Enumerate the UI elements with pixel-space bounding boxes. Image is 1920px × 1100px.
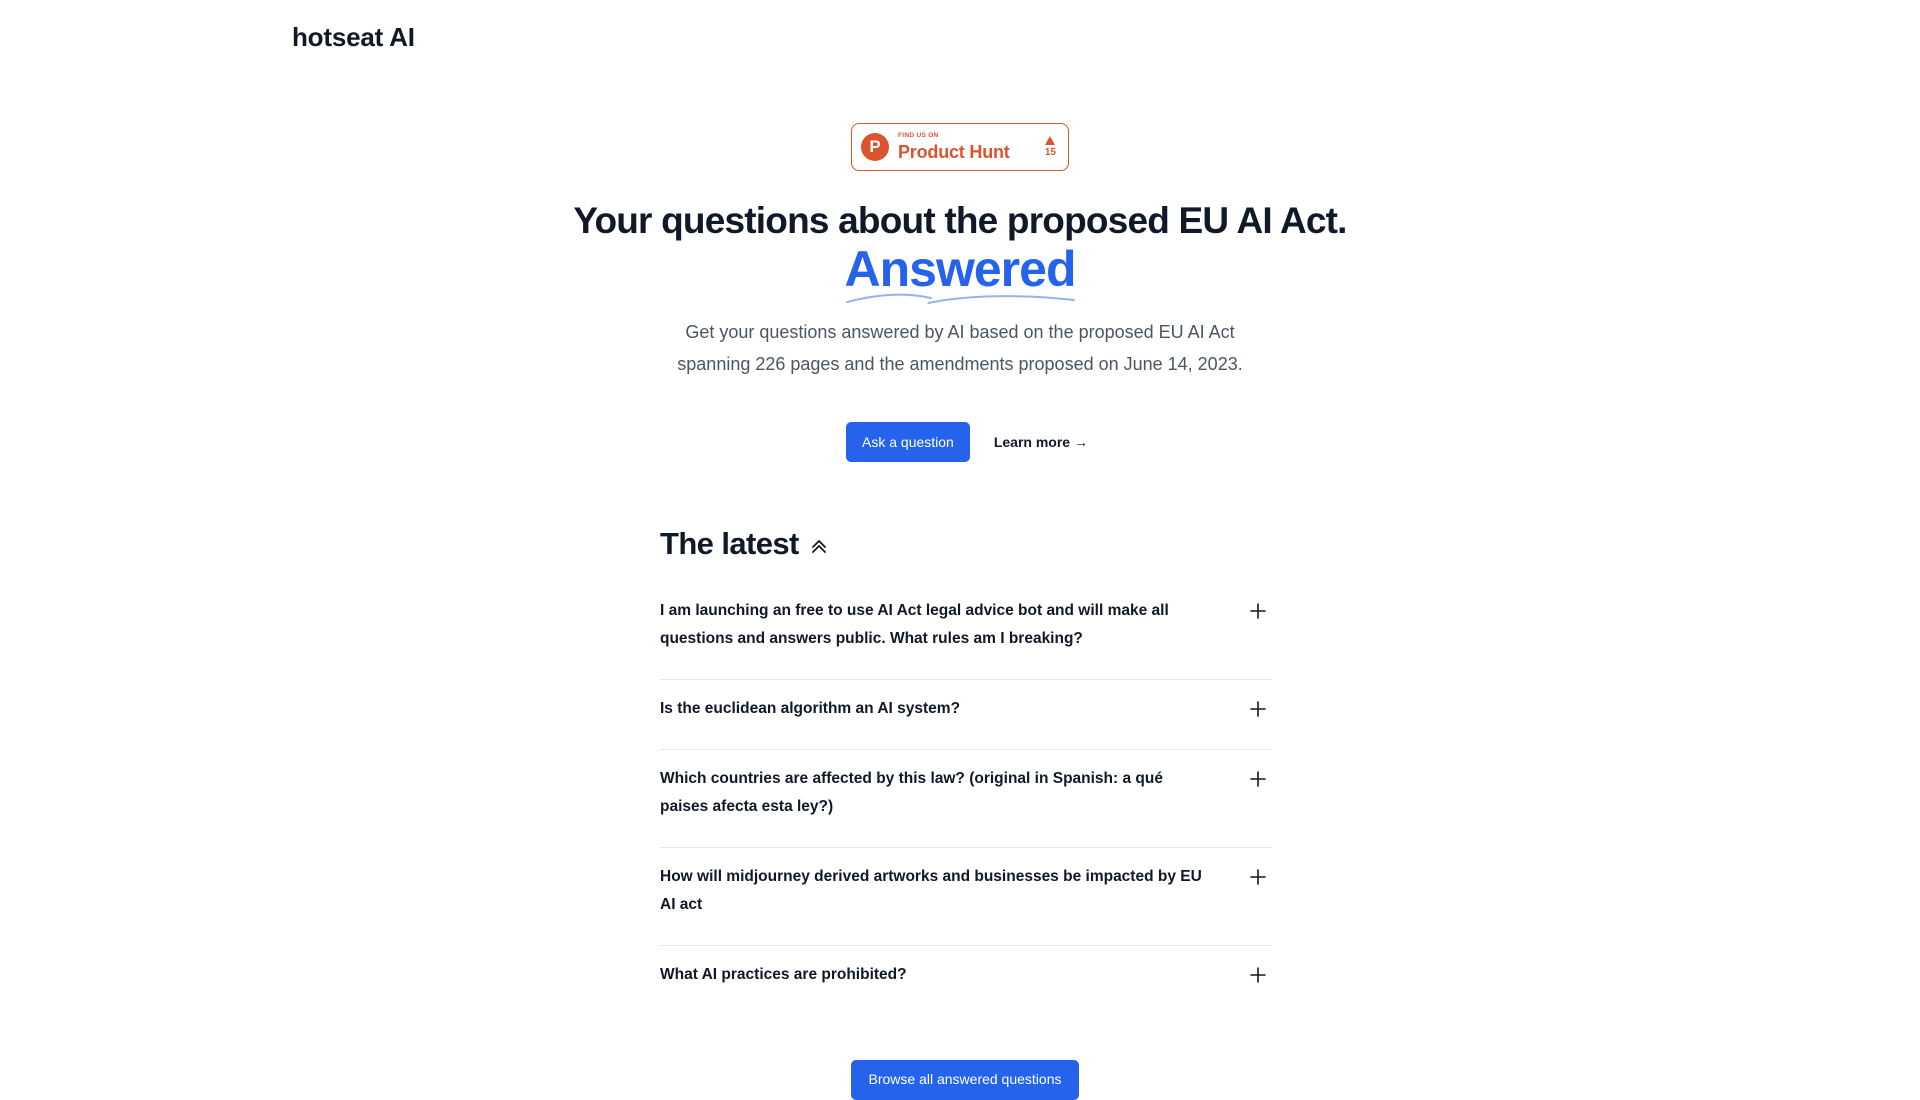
faq-item[interactable]: Which countries are affected by this law… [660,750,1272,848]
hero-subtitle-line-2: spanning 226 pages and the amendments pr… [677,354,1243,374]
hero-subtitle: Get your questions answered by AI based … [0,316,1920,380]
plus-icon[interactable] [1244,597,1272,625]
product-hunt-vote-count: 15 [1044,147,1056,158]
plus-icon[interactable] [1244,863,1272,891]
hero-cta-row: Ask a question Learn more → [846,422,1088,462]
hero-highlight-wrap: Answered [0,240,1920,304]
product-hunt-text: FIND US ON Product Hunt [898,133,1045,161]
faq-question: I am launching an free to use AI Act leg… [660,602,1169,647]
hero-subtitle-line-1: Get your questions answered by AI based … [685,322,1235,342]
product-hunt-small-label: FIND US ON [898,132,939,140]
plus-icon[interactable] [1244,765,1272,793]
faq-item[interactable]: What AI practices are prohibited? [660,946,1272,1015]
product-hunt-badge[interactable]: P FIND US ON Product Hunt 15 [851,123,1069,171]
latest-section-heading: The latest [660,526,1272,562]
faq-question: Is the euclidean algorithm an AI system? [660,700,961,717]
plus-icon[interactable] [1244,961,1272,989]
faq-item[interactable]: Is the euclidean algorithm an AI system? [660,680,1272,750]
faq-question: How will midjourney derived artworks and… [660,868,1202,913]
latest-section-title: The latest [660,526,799,561]
upvote-triangle-icon [1045,136,1056,145]
faq-item[interactable]: I am launching an free to use AI Act leg… [660,582,1272,680]
faq-item[interactable]: How will midjourney derived artworks and… [660,848,1272,946]
latest-questions-section: The latest I am launching an free to use… [660,526,1272,1015]
learn-more-link[interactable]: Learn more → [994,434,1088,450]
chevron-double-up-icon [811,540,826,553]
hand-drawn-underline-icon [845,293,1075,304]
hero-highlight: Answered [845,240,1076,304]
ask-question-button[interactable]: Ask a question [846,422,970,462]
faq-question: What AI practices are prohibited? [660,966,907,983]
product-hunt-logo-icon: P [861,133,889,161]
brand-logo-text[interactable]: hotseat AI [292,22,415,53]
faq-question: Which countries are affected by this law… [660,770,1163,815]
browse-all-questions-button[interactable]: Browse all answered questions [851,1060,1079,1100]
product-hunt-name: Product Hunt [898,141,1010,162]
hero-headline: Your questions about the proposed EU AI … [573,200,1347,241]
product-hunt-votes: 15 [1045,136,1056,158]
plus-icon[interactable] [1244,695,1272,723]
